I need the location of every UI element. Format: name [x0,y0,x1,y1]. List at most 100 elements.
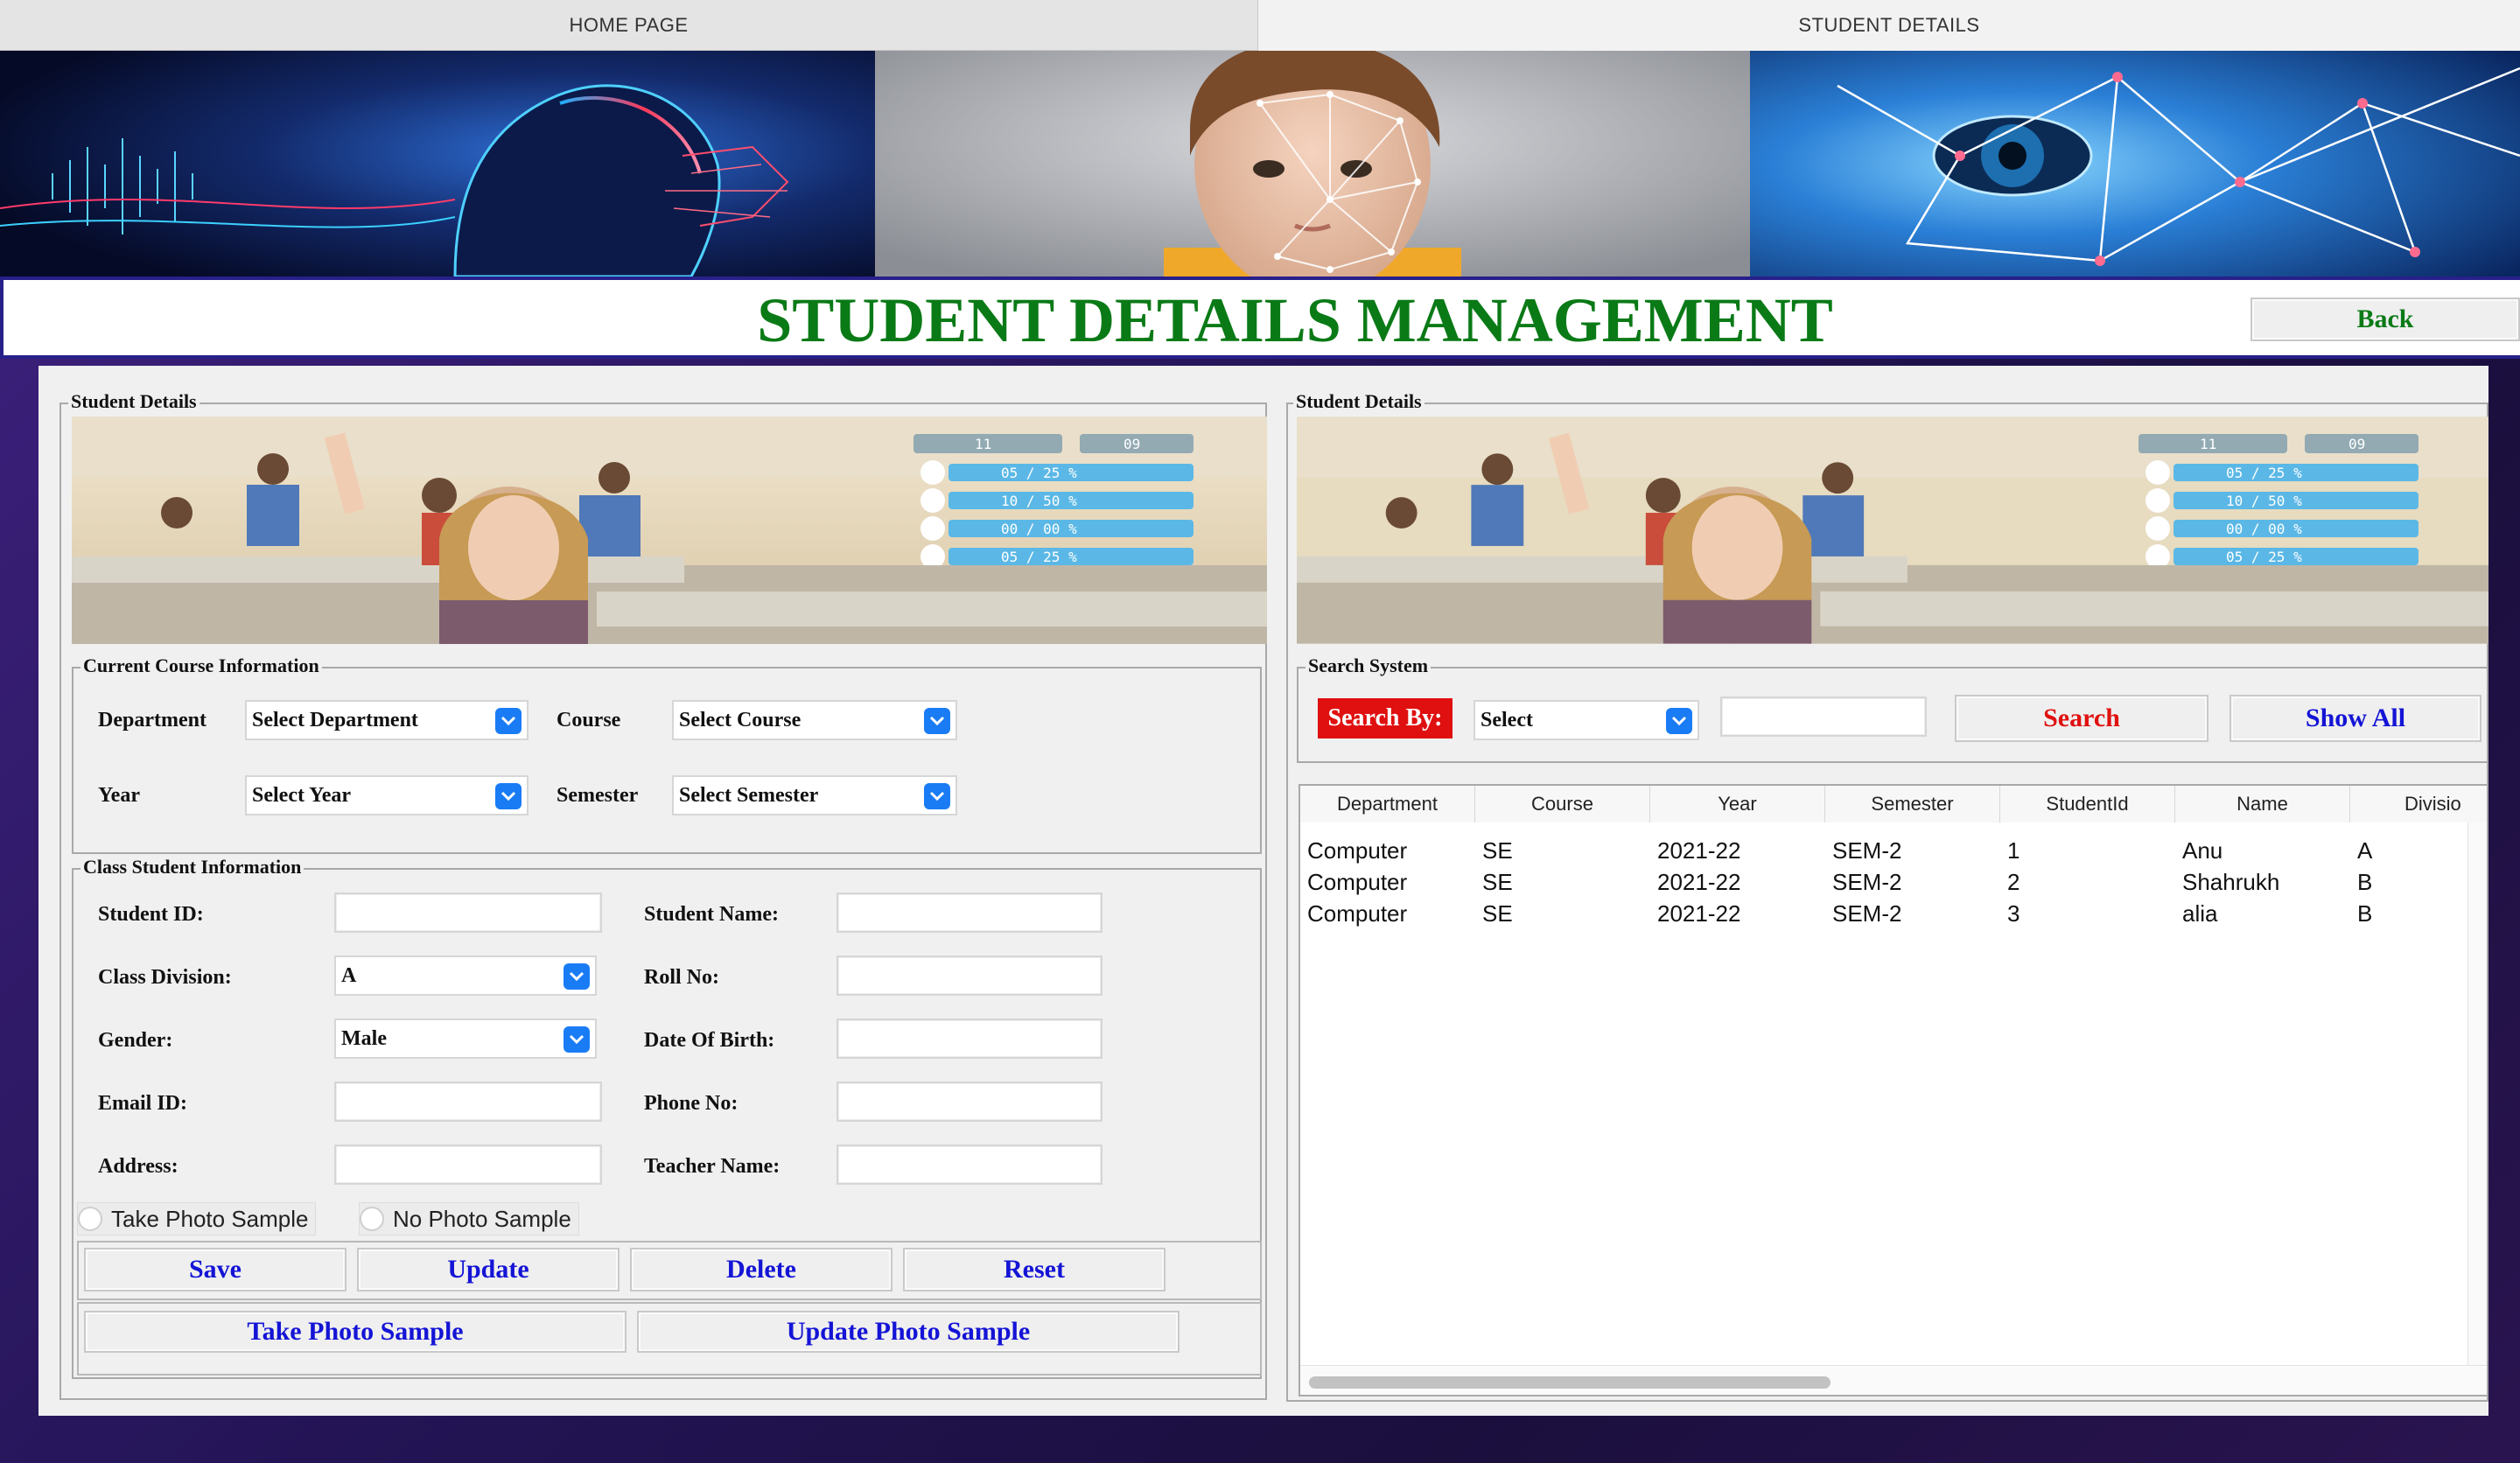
chevron-down-icon [495,708,522,734]
show-all-button[interactable]: Show All [2230,695,2482,742]
table-cell: B [2357,869,2373,895]
column-header-name[interactable]: Name [2175,786,2350,822]
back-button[interactable]: Back [2250,298,2520,341]
table-row[interactable]: Computer SE 2021-22 SEM-2 1 Anu A [1300,835,2487,866]
table-cell: 2021-22 [1657,900,1741,927]
semester-select[interactable]: Select Semester [672,775,957,816]
course-select-value: Select Course [679,708,802,732]
gender-select[interactable]: Male [334,1018,597,1059]
column-header-semester[interactable]: Semester [1825,786,2000,822]
class-division-value: A [341,963,357,987]
dob-input[interactable] [836,1018,1102,1059]
table-cell: A [2357,837,2373,864]
no-photo-radio-label: No Photo Sample [393,1205,571,1232]
chevron-down-icon [495,783,522,809]
no-photo-radio[interactable]: No Photo Sample [359,1202,579,1236]
chevron-down-icon [924,708,950,734]
table-cell: 2 [2007,869,2020,895]
scrollbar-thumb[interactable] [1309,1376,1830,1389]
teacher-input[interactable] [836,1144,1102,1185]
table-cell: alia [2182,900,2218,927]
horizontal-scrollbar[interactable] [1300,1365,2487,1395]
search-by-select-value: Select [1480,708,1533,732]
address-input[interactable] [334,1144,602,1185]
course-label: Course [556,709,621,732]
year-select[interactable]: Select Year [245,775,528,816]
chevron-down-icon [564,1026,590,1053]
column-header-studentid[interactable]: StudentId [2000,786,2175,822]
column-header-year[interactable]: Year [1650,786,1825,822]
department-select[interactable]: Select Department [245,700,528,740]
department-select-value: Select Department [252,708,418,732]
banner-child-face-scan-image [875,51,1750,276]
course-select[interactable]: Select Course [672,700,957,740]
overlay-top-left-text: 11 [2200,436,2216,452]
table-cell: SEM-2 [1832,837,1902,864]
overlay-row-text: 05 / 25 % [2226,549,2302,565]
search-button[interactable]: Search [1955,695,2208,742]
gender-label: Gender: [98,1029,173,1052]
overlay-row-text: 05 / 25 % [1001,465,1077,481]
search-by-select[interactable]: Select [1474,700,1699,740]
overlay-row-text: 10 / 50 % [2226,493,2302,509]
student-table[interactable]: Department Course Year Semester StudentI… [1298,784,2488,1396]
email-label: Email ID: [98,1092,187,1115]
table-cell: SE [1482,837,1513,864]
overlay-top-left-text: 11 [975,436,991,452]
update-photo-sample-button[interactable]: Update Photo Sample [637,1311,1180,1353]
take-photo-radio[interactable]: Take Photo Sample [77,1202,317,1236]
email-input[interactable] [334,1082,602,1122]
student-name-input[interactable] [836,892,1102,933]
phone-input[interactable] [836,1082,1102,1122]
gender-value: Male [341,1026,387,1050]
table-cell: Computer [1307,869,1408,895]
column-header-division[interactable]: Divisio [2350,786,2487,822]
table-cell: Computer [1307,837,1408,864]
column-header-department[interactable]: Department [1300,786,1475,822]
class-division-select[interactable]: A [334,956,597,996]
roll-no-input[interactable] [836,956,1102,996]
banner-ai-face-image [0,51,875,276]
left-frame-title: Student Details [68,391,200,412]
search-system-title: Search System [1306,655,1432,676]
vertical-scrollbar[interactable] [2468,822,2487,1365]
column-header-course[interactable]: Course [1475,786,1650,822]
reset-button[interactable]: Reset [903,1248,1166,1292]
table-cell: 2021-22 [1657,837,1741,864]
table-cell: SE [1482,869,1513,895]
search-input[interactable] [1720,696,1927,737]
overlay-top-right-text: 09 [1124,436,1140,452]
roll-no-label: Roll No: [644,966,719,989]
dob-label: Date Of Birth: [644,1029,775,1052]
take-photo-sample-button[interactable]: Take Photo Sample [84,1311,626,1353]
table-cell: B [2357,900,2373,927]
student-name-label: Student Name: [644,903,779,926]
overlay-row-text: 05 / 25 % [1001,549,1077,565]
right-frame-title: Student Details [1293,391,1424,412]
table-row[interactable]: Computer SE 2021-22 SEM-2 3 alia B [1300,898,2487,929]
radio-circle-icon [78,1207,102,1231]
address-label: Address: [98,1155,178,1178]
year-select-value: Select Year [252,783,352,807]
save-button[interactable]: Save [84,1248,346,1292]
course-info-title: Current Course Information [80,655,322,676]
tab-home-page[interactable]: HOME PAGE [0,0,1258,51]
chevron-down-icon [924,783,950,809]
overlay-row-text: 00 / 00 % [2226,521,2302,537]
department-label: Department [98,709,206,732]
table-cell: SEM-2 [1832,900,1902,927]
table-row[interactable]: Computer SE 2021-22 SEM-2 2 Shahrukh B [1300,866,2487,898]
student-id-input[interactable] [334,892,602,933]
overlay-row-text: 10 / 50 % [1001,493,1077,509]
update-button[interactable]: Update [357,1248,620,1292]
take-photo-radio-label: Take Photo Sample [111,1205,309,1232]
delete-button[interactable]: Delete [630,1248,892,1292]
table-cell: Computer [1307,900,1408,927]
semester-label: Semester [556,784,639,807]
teacher-label: Teacher Name: [644,1155,780,1178]
class-info-title: Class Student Information [80,857,304,878]
tab-student-details[interactable]: STUDENT DETAILS [1258,0,2520,51]
emotion-stats-overlay-right: 11 09 05 / 25 % 10 / 50 % 00 / 00 % 05 /… [2138,434,2418,569]
table-cell: SE [1482,900,1513,927]
overlay-row-text: 00 / 00 % [1001,521,1077,537]
